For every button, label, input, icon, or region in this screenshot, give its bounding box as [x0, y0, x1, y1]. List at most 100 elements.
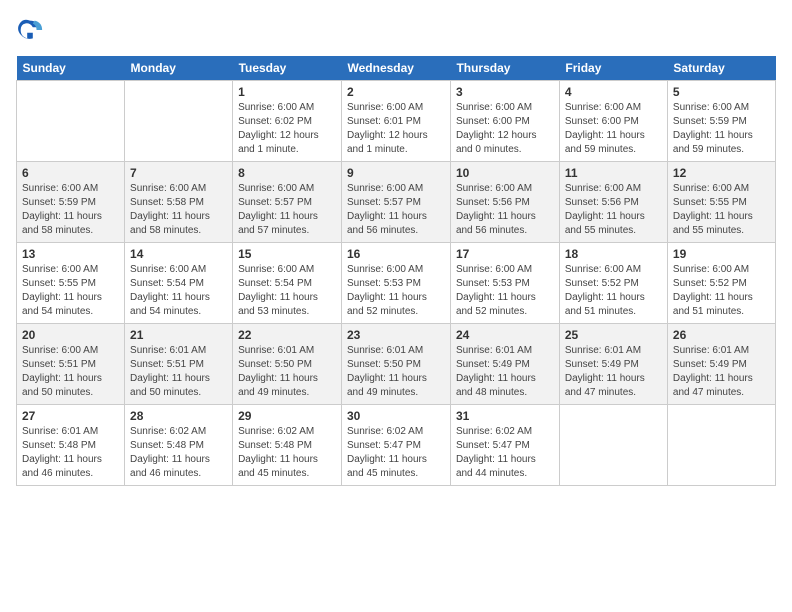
- day-info: Sunrise: 6:00 AMSunset: 5:56 PMDaylight:…: [456, 182, 554, 238]
- day-info: Sunrise: 6:00 AMSunset: 5:57 PMDaylight:…: [238, 182, 336, 238]
- day-number: 3: [456, 85, 554, 99]
- day-info: Sunrise: 6:00 AMSunset: 6:01 PMDaylight:…: [347, 101, 445, 157]
- day-info: Sunrise: 6:02 AMSunset: 5:47 PMDaylight:…: [347, 425, 445, 481]
- day-cell: 4 Sunrise: 6:00 AMSunset: 6:00 PMDaylight…: [559, 81, 667, 162]
- day-cell: 13Sunrise: 6:00 AMSunset: 5:55 PMDayligh…: [17, 243, 125, 324]
- day-cell: 5Sunrise: 6:00 AMSunset: 5:59 PMDaylight…: [667, 81, 775, 162]
- day-cell: 2 Sunrise: 6:00 AMSunset: 6:01 PMDaylight…: [342, 81, 451, 162]
- day-number: 18: [565, 247, 662, 261]
- day-cell: 16 Sunrise: 6:00 AMSunset: 5:53 PMDayligh…: [342, 243, 451, 324]
- day-number: 8: [238, 166, 336, 180]
- day-info: Sunrise: 6:00 AMSunset: 5:54 PMDaylight:…: [238, 263, 336, 319]
- day-info: Sunrise: 6:00 AMSunset: 5:53 PMDaylight:…: [347, 263, 445, 319]
- day-info: Sunrise: 6:01 AMSunset: 5:50 PMDaylight:…: [347, 344, 445, 400]
- day-info: Sunrise: 6:00 AMSunset: 5:52 PMDaylight:…: [673, 263, 770, 319]
- day-number: 5: [673, 85, 770, 99]
- day-number: 6: [22, 166, 119, 180]
- day-cell: 18 Sunrise: 6:00 AMSunset: 5:52 PMDayligh…: [559, 243, 667, 324]
- day-cell: 27 Sunrise: 6:01 AMSunset: 5:48 PMDayligh…: [17, 405, 125, 486]
- day-info: Sunrise: 6:00 AMSunset: 5:52 PMDaylight:…: [565, 263, 662, 319]
- day-cell: [17, 81, 125, 162]
- day-info: Sunrise: 6:00 AMSunset: 6:00 PMDaylight:…: [456, 101, 554, 157]
- day-cell: 30Sunrise: 6:02 AMSunset: 5:47 PMDayligh…: [342, 405, 451, 486]
- day-info: Sunrise: 6:00 AMSunset: 5:56 PMDaylight:…: [565, 182, 662, 238]
- day-number: 21: [130, 328, 227, 342]
- day-cell: [125, 81, 233, 162]
- week-row-1: 1Sunrise: 6:00 AMSunset: 6:02 PMDaylight…: [17, 81, 776, 162]
- day-info: Sunrise: 6:00 AMSunset: 5:54 PMDaylight:…: [130, 263, 227, 319]
- day-number: 24: [456, 328, 554, 342]
- day-cell: 20Sunrise: 6:00 AMSunset: 5:51 PMDayligh…: [17, 324, 125, 405]
- day-number: 17: [456, 247, 554, 261]
- day-cell: 3 Sunrise: 6:00 AMSunset: 6:00 PMDaylight…: [450, 81, 559, 162]
- day-info: Sunrise: 6:02 AMSunset: 5:47 PMDaylight:…: [456, 425, 554, 481]
- day-number: 31: [456, 409, 554, 423]
- day-cell: 7Sunrise: 6:00 AMSunset: 5:58 PMDaylight…: [125, 162, 233, 243]
- header-cell-saturday: Saturday: [667, 56, 775, 81]
- day-info: Sunrise: 6:00 AMSunset: 6:00 PMDaylight:…: [565, 101, 662, 157]
- day-cell: 8 Sunrise: 6:00 AMSunset: 5:57 PMDaylight…: [233, 162, 342, 243]
- day-number: 11: [565, 166, 662, 180]
- day-number: 22: [238, 328, 336, 342]
- week-row-3: 13Sunrise: 6:00 AMSunset: 5:55 PMDayligh…: [17, 243, 776, 324]
- day-cell: 17 Sunrise: 6:00 AMSunset: 5:53 PMDayligh…: [450, 243, 559, 324]
- day-info: Sunrise: 6:00 AMSunset: 5:51 PMDaylight:…: [22, 344, 119, 400]
- day-cell: 1Sunrise: 6:00 AMSunset: 6:02 PMDaylight…: [233, 81, 342, 162]
- day-number: 2: [347, 85, 445, 99]
- header-cell-monday: Monday: [125, 56, 233, 81]
- day-cell: 6Sunrise: 6:00 AMSunset: 5:59 PMDaylight…: [17, 162, 125, 243]
- calendar-header: SundayMondayTuesdayWednesdayThursdayFrid…: [17, 56, 776, 81]
- day-info: Sunrise: 6:02 AMSunset: 5:48 PMDaylight:…: [130, 425, 227, 481]
- logo: [16, 16, 48, 44]
- header-cell-thursday: Thursday: [450, 56, 559, 81]
- day-cell: 24 Sunrise: 6:01 AMSunset: 5:49 PMDayligh…: [450, 324, 559, 405]
- day-cell: 22 Sunrise: 6:01 AMSunset: 5:50 PMDayligh…: [233, 324, 342, 405]
- calendar-table: SundayMondayTuesdayWednesdayThursdayFrid…: [16, 56, 776, 486]
- week-row-2: 6Sunrise: 6:00 AMSunset: 5:59 PMDaylight…: [17, 162, 776, 243]
- day-cell: [559, 405, 667, 486]
- day-info: Sunrise: 6:00 AMSunset: 5:57 PMDaylight:…: [347, 182, 445, 238]
- day-cell: 19 Sunrise: 6:00 AMSunset: 5:52 PMDayligh…: [667, 243, 775, 324]
- day-number: 27: [22, 409, 119, 423]
- day-info: Sunrise: 6:00 AMSunset: 5:58 PMDaylight:…: [130, 182, 227, 238]
- day-info: Sunrise: 6:01 AMSunset: 5:49 PMDaylight:…: [456, 344, 554, 400]
- day-number: 9: [347, 166, 445, 180]
- day-cell: 9 Sunrise: 6:00 AMSunset: 5:57 PMDaylight…: [342, 162, 451, 243]
- day-number: 16: [347, 247, 445, 261]
- day-number: 13: [22, 247, 119, 261]
- day-number: 25: [565, 328, 662, 342]
- day-number: 10: [456, 166, 554, 180]
- day-cell: 12Sunrise: 6:00 AMSunset: 5:55 PMDayligh…: [667, 162, 775, 243]
- day-info: Sunrise: 6:00 AMSunset: 5:53 PMDaylight:…: [456, 263, 554, 319]
- page-header: [16, 16, 776, 44]
- day-info: Sunrise: 6:01 AMSunset: 5:49 PMDaylight:…: [673, 344, 770, 400]
- day-info: Sunrise: 6:01 AMSunset: 5:49 PMDaylight:…: [565, 344, 662, 400]
- day-number: 14: [130, 247, 227, 261]
- day-cell: 26 Sunrise: 6:01 AMSunset: 5:49 PMDayligh…: [667, 324, 775, 405]
- day-cell: 14 Sunrise: 6:00 AMSunset: 5:54 PMDayligh…: [125, 243, 233, 324]
- day-cell: 21 Sunrise: 6:01 AMSunset: 5:51 PMDayligh…: [125, 324, 233, 405]
- day-info: Sunrise: 6:02 AMSunset: 5:48 PMDaylight:…: [238, 425, 336, 481]
- day-number: 29: [238, 409, 336, 423]
- week-row-5: 27 Sunrise: 6:01 AMSunset: 5:48 PMDayligh…: [17, 405, 776, 486]
- day-number: 15: [238, 247, 336, 261]
- header-cell-tuesday: Tuesday: [233, 56, 342, 81]
- day-cell: 29 Sunrise: 6:02 AMSunset: 5:48 PMDayligh…: [233, 405, 342, 486]
- day-cell: 15 Sunrise: 6:00 AMSunset: 5:54 PMDayligh…: [233, 243, 342, 324]
- day-info: Sunrise: 6:01 AMSunset: 5:50 PMDaylight:…: [238, 344, 336, 400]
- day-number: 26: [673, 328, 770, 342]
- day-info: Sunrise: 6:01 AMSunset: 5:51 PMDaylight:…: [130, 344, 227, 400]
- day-cell: 31 Sunrise: 6:02 AMSunset: 5:47 PMDayligh…: [450, 405, 559, 486]
- header-row: SundayMondayTuesdayWednesdayThursdayFrid…: [17, 56, 776, 81]
- day-number: 4: [565, 85, 662, 99]
- day-info: Sunrise: 6:00 AMSunset: 6:02 PMDaylight:…: [238, 101, 336, 157]
- day-info: Sunrise: 6:01 AMSunset: 5:48 PMDaylight:…: [22, 425, 119, 481]
- logo-icon: [16, 16, 44, 44]
- header-cell-sunday: Sunday: [17, 56, 125, 81]
- day-cell: 23Sunrise: 6:01 AMSunset: 5:50 PMDayligh…: [342, 324, 451, 405]
- week-row-4: 20Sunrise: 6:00 AMSunset: 5:51 PMDayligh…: [17, 324, 776, 405]
- day-cell: 28Sunrise: 6:02 AMSunset: 5:48 PMDayligh…: [125, 405, 233, 486]
- header-cell-friday: Friday: [559, 56, 667, 81]
- day-info: Sunrise: 6:00 AMSunset: 5:55 PMDaylight:…: [673, 182, 770, 238]
- day-number: 19: [673, 247, 770, 261]
